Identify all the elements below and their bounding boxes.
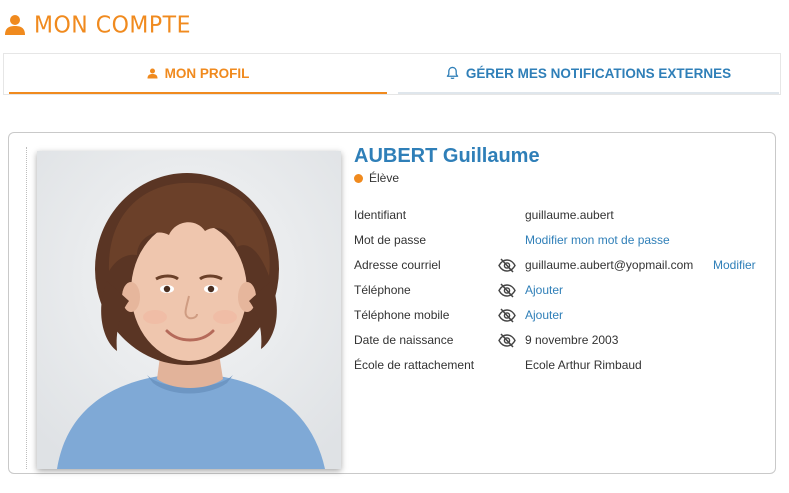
add-mobile-link[interactable]: Ajouter — [525, 303, 563, 328]
field-mobile: Téléphone mobile Ajouter — [354, 303, 764, 328]
field-label: Téléphone mobile — [354, 308, 450, 322]
tab-mon-profil[interactable]: MON PROFIL — [9, 54, 387, 94]
user-icon — [5, 15, 25, 35]
change-password-link[interactable]: Modifier mon mot de passe — [525, 228, 670, 253]
page-header: MON COMPTE — [4, 10, 191, 40]
field-label: Mot de passe — [354, 233, 427, 247]
tab-label: MON PROFIL — [164, 65, 250, 81]
tab-bar: MON PROFIL GÉRER MES NOTIFICATIONS EXTER… — [3, 53, 781, 95]
profile-photo — [37, 151, 341, 469]
status-dot — [354, 173, 363, 183]
field-school: École de rattachement Ecole Arthur Rimba… — [354, 353, 764, 378]
birthdate-value: 9 novembre 2003 — [525, 333, 619, 347]
photo-frame — [26, 147, 341, 469]
field-label: Date de naissance — [354, 333, 454, 347]
email-value: guillaume.aubert@yopmail.com — [525, 258, 694, 272]
field-identifiant: Identifiant guillaume.aubert — [354, 203, 764, 228]
field-label: Téléphone — [354, 283, 411, 297]
field-password: Mot de passe Modifier mon mot de passe — [354, 228, 764, 253]
tab-notifications-externes[interactable]: GÉRER MES NOTIFICATIONS EXTERNES — [398, 54, 779, 94]
edit-email-link[interactable]: Modifier — [713, 253, 756, 278]
school-value: Ecole Arthur Rimbaud — [525, 358, 642, 372]
eye-slash-icon[interactable] — [498, 333, 516, 348]
bell-icon — [446, 66, 459, 80]
eye-slash-icon[interactable] — [498, 308, 516, 323]
profile-fields: Identifiant guillaume.aubert Mot de pass… — [354, 203, 764, 378]
field-label: Identifiant — [354, 208, 407, 222]
user-icon — [147, 68, 158, 79]
field-email: Adresse courriel guillaume.aubert@yopmai… — [354, 253, 764, 278]
field-phone: Téléphone Ajouter — [354, 278, 764, 303]
add-phone-link[interactable]: Ajouter — [525, 278, 563, 303]
role-label: Élève — [369, 171, 400, 185]
role-line: Élève — [354, 171, 764, 185]
profile-card: AUBERT Guillaume Élève Identifiant guill… — [8, 132, 776, 474]
eye-slash-icon[interactable] — [498, 258, 516, 273]
profile-info: AUBERT Guillaume Élève Identifiant guill… — [354, 143, 764, 372]
page-title: MON COMPTE — [34, 11, 192, 39]
field-label: École de rattachement — [354, 358, 475, 372]
field-birthdate: Date de naissance 9 novembre 2003 — [354, 328, 764, 353]
tab-label: GÉRER MES NOTIFICATIONS EXTERNES — [465, 65, 732, 81]
eye-slash-icon[interactable] — [498, 283, 516, 298]
identifiant-value: guillaume.aubert — [525, 208, 614, 222]
student-name: AUBERT Guillaume — [354, 145, 540, 167]
field-label: Adresse courriel — [354, 258, 441, 272]
